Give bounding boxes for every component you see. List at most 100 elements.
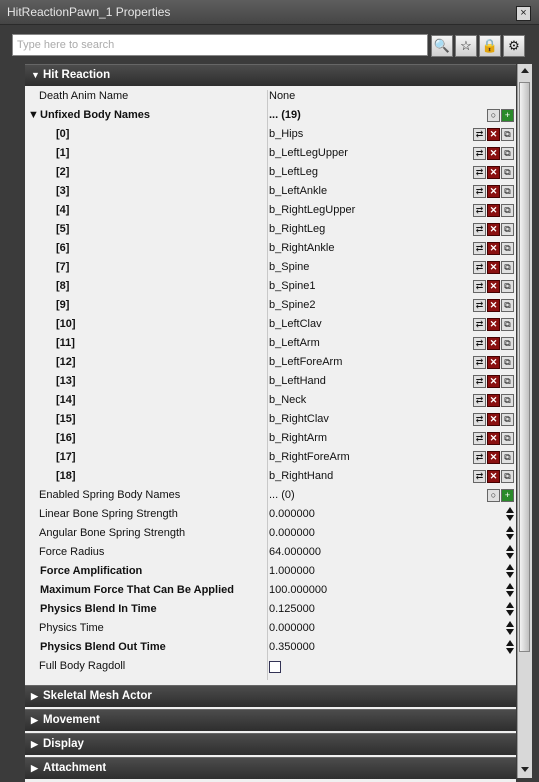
array-item-value[interactable]: b_RightLegUpper bbox=[269, 204, 355, 216]
array-item-value[interactable]: b_RightClav bbox=[269, 413, 329, 425]
delete-icon[interactable]: ✕ bbox=[487, 356, 500, 369]
array-item-value[interactable]: b_LeftClav bbox=[269, 318, 322, 330]
insert-icon[interactable]: ⇄ bbox=[473, 261, 486, 274]
empty-array-icon[interactable]: ○ bbox=[487, 109, 500, 122]
lock-icon[interactable]: 🔒 bbox=[479, 35, 501, 57]
delete-icon[interactable]: ✕ bbox=[487, 451, 500, 464]
property-value[interactable]: 0.000000 bbox=[269, 527, 315, 539]
duplicate-icon[interactable]: ⧉ bbox=[501, 223, 514, 236]
spinner[interactable] bbox=[506, 640, 514, 656]
delete-icon[interactable]: ✕ bbox=[487, 299, 500, 312]
duplicate-icon[interactable]: ⧉ bbox=[501, 318, 514, 331]
delete-icon[interactable]: ✕ bbox=[487, 185, 500, 198]
delete-icon[interactable]: ✕ bbox=[487, 280, 500, 293]
array-item-value[interactable]: b_LeftForeArm bbox=[269, 356, 342, 368]
delete-icon[interactable]: ✕ bbox=[487, 394, 500, 407]
duplicate-icon[interactable]: ⧉ bbox=[501, 413, 514, 426]
spinner[interactable] bbox=[506, 583, 514, 599]
spinner[interactable] bbox=[506, 602, 514, 618]
insert-icon[interactable]: ⇄ bbox=[473, 204, 486, 217]
delete-icon[interactable]: ✕ bbox=[487, 128, 500, 141]
spinner[interactable] bbox=[506, 507, 514, 523]
insert-icon[interactable]: ⇄ bbox=[473, 432, 486, 445]
empty-array-icon[interactable]: ○ bbox=[487, 489, 500, 502]
insert-icon[interactable]: ⇄ bbox=[473, 128, 486, 141]
delete-icon[interactable]: ✕ bbox=[487, 261, 500, 274]
spinner[interactable] bbox=[506, 621, 514, 637]
insert-icon[interactable]: ⇄ bbox=[473, 166, 486, 179]
array-item-value[interactable]: b_RightHand bbox=[269, 470, 333, 482]
delete-icon[interactable]: ✕ bbox=[487, 242, 500, 255]
array-item-value[interactable]: b_RightAnkle bbox=[269, 242, 334, 254]
search-input[interactable]: Type here to search bbox=[12, 34, 428, 56]
category-hit-reaction[interactable]: ▼ Hit Reaction bbox=[25, 64, 516, 86]
array-item-value[interactable]: b_RightArm bbox=[269, 432, 327, 444]
category-attachment[interactable]: ▶ Attachment bbox=[25, 757, 516, 779]
property-value[interactable]: 1.000000 bbox=[269, 565, 315, 577]
duplicate-icon[interactable]: ⧉ bbox=[501, 432, 514, 445]
settings-icon[interactable]: ⚙ bbox=[503, 35, 525, 57]
property-value[interactable]: 64.000000 bbox=[269, 546, 321, 558]
array-item-value[interactable]: b_LeftHand bbox=[269, 375, 326, 387]
delete-icon[interactable]: ✕ bbox=[487, 223, 500, 236]
delete-icon[interactable]: ✕ bbox=[487, 375, 500, 388]
search-icon[interactable]: 🔍 bbox=[431, 35, 453, 57]
duplicate-icon[interactable]: ⧉ bbox=[501, 147, 514, 160]
property-value[interactable]: 0.350000 bbox=[269, 641, 315, 653]
insert-icon[interactable]: ⇄ bbox=[473, 413, 486, 426]
insert-icon[interactable]: ⇄ bbox=[473, 242, 486, 255]
insert-icon[interactable]: ⇄ bbox=[473, 356, 486, 369]
delete-icon[interactable]: ✕ bbox=[487, 166, 500, 179]
duplicate-icon[interactable]: ⧉ bbox=[501, 394, 514, 407]
delete-icon[interactable]: ✕ bbox=[487, 147, 500, 160]
array-item-value[interactable]: b_Spine1 bbox=[269, 280, 316, 292]
add-item-icon[interactable]: + bbox=[501, 109, 514, 122]
category-movement[interactable]: ▶ Movement bbox=[25, 709, 516, 731]
ragdoll-checkbox[interactable] bbox=[269, 661, 281, 673]
insert-icon[interactable]: ⇄ bbox=[473, 394, 486, 407]
array-item-value[interactable]: b_Spine bbox=[269, 261, 309, 273]
insert-icon[interactable]: ⇄ bbox=[473, 185, 486, 198]
duplicate-icon[interactable]: ⧉ bbox=[501, 337, 514, 350]
duplicate-icon[interactable]: ⧉ bbox=[501, 356, 514, 369]
array-item-value[interactable]: b_LeftArm bbox=[269, 337, 320, 349]
delete-icon[interactable]: ✕ bbox=[487, 432, 500, 445]
close-icon[interactable]: × bbox=[516, 6, 531, 21]
property-value[interactable]: 100.000000 bbox=[269, 584, 327, 596]
array-item-value[interactable]: b_RightForeArm bbox=[269, 451, 350, 463]
property-value[interactable]: None bbox=[269, 90, 295, 102]
duplicate-icon[interactable]: ⧉ bbox=[501, 375, 514, 388]
duplicate-icon[interactable]: ⧉ bbox=[501, 166, 514, 179]
duplicate-icon[interactable]: ⧉ bbox=[501, 299, 514, 312]
expanded-arrow-icon[interactable]: ▼ bbox=[28, 109, 39, 121]
duplicate-icon[interactable]: ⧉ bbox=[501, 204, 514, 217]
array-item-value[interactable]: b_Spine2 bbox=[269, 299, 316, 311]
delete-icon[interactable]: ✕ bbox=[487, 470, 500, 483]
insert-icon[interactable]: ⇄ bbox=[473, 280, 486, 293]
array-item-value[interactable]: b_LeftLeg bbox=[269, 166, 318, 178]
delete-icon[interactable]: ✕ bbox=[487, 318, 500, 331]
duplicate-icon[interactable]: ⧉ bbox=[501, 242, 514, 255]
array-item-value[interactable]: b_LeftAnkle bbox=[269, 185, 327, 197]
insert-icon[interactable]: ⇄ bbox=[473, 147, 486, 160]
duplicate-icon[interactable]: ⧉ bbox=[501, 280, 514, 293]
duplicate-icon[interactable]: ⧉ bbox=[501, 128, 514, 141]
delete-icon[interactable]: ✕ bbox=[487, 413, 500, 426]
property-value[interactable]: 0.000000 bbox=[269, 622, 315, 634]
star-icon[interactable]: ☆ bbox=[455, 35, 477, 57]
array-item-value[interactable]: b_Hips bbox=[269, 128, 303, 140]
category-skeletal-mesh-actor[interactable]: ▶ Skeletal Mesh Actor bbox=[25, 685, 516, 707]
array-item-value[interactable]: b_LeftLegUpper bbox=[269, 147, 348, 159]
duplicate-icon[interactable]: ⧉ bbox=[501, 470, 514, 483]
insert-icon[interactable]: ⇄ bbox=[473, 451, 486, 464]
insert-icon[interactable]: ⇄ bbox=[473, 318, 486, 331]
spinner[interactable] bbox=[506, 526, 514, 542]
delete-icon[interactable]: ✕ bbox=[487, 337, 500, 350]
insert-icon[interactable]: ⇄ bbox=[473, 375, 486, 388]
property-value[interactable]: 0.125000 bbox=[269, 603, 315, 615]
add-item-icon[interactable]: + bbox=[501, 489, 514, 502]
duplicate-icon[interactable]: ⧉ bbox=[501, 451, 514, 464]
insert-icon[interactable]: ⇄ bbox=[473, 299, 486, 312]
insert-icon[interactable]: ⇄ bbox=[473, 337, 486, 350]
insert-icon[interactable]: ⇄ bbox=[473, 223, 486, 236]
